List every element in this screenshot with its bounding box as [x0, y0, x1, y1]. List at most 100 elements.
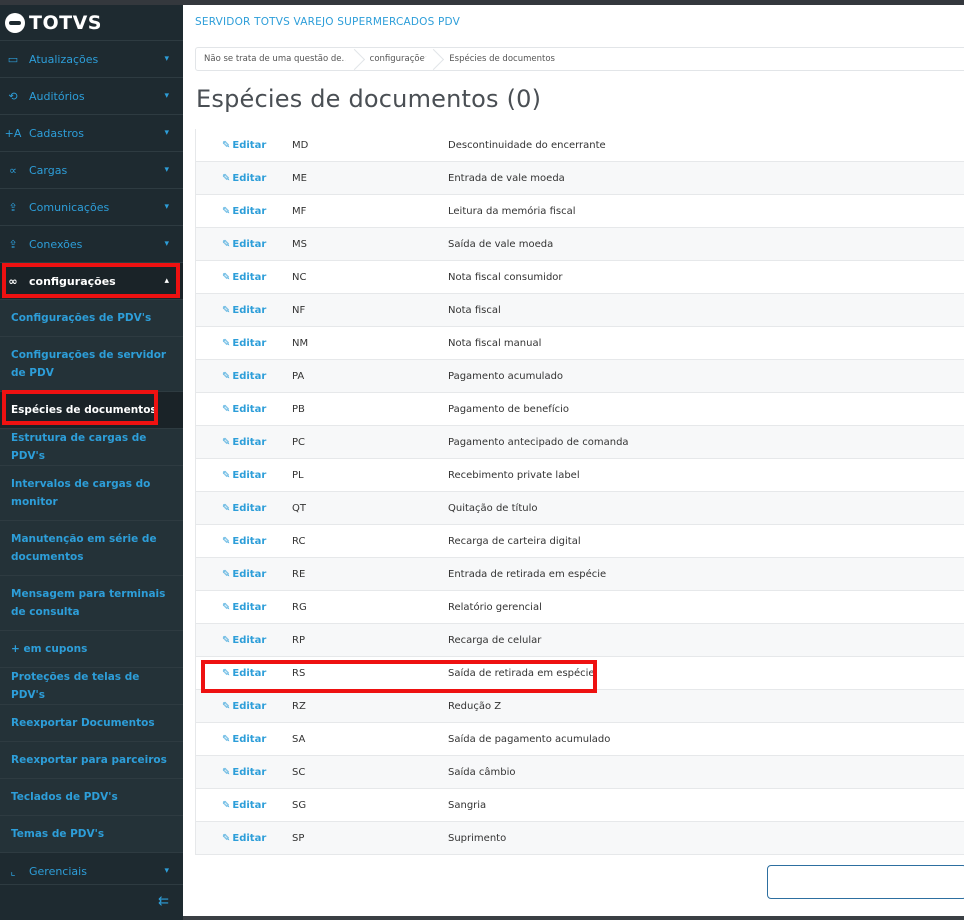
breadcrumb-label: configurações [369, 54, 430, 64]
sidebar-item-label: Estrutura de cargas de PDV's [11, 432, 147, 462]
edit-link[interactable]: ✎ Editar [196, 833, 292, 844]
sidebar-group-label: Cargas [29, 163, 68, 177]
breadcrumb-item[interactable]: configurações [358, 48, 438, 70]
sidebar-group-auditorios[interactable]: ⟲ Auditórios ▾ [0, 78, 183, 115]
edit-link[interactable]: ✎ Editar [196, 338, 292, 349]
edit-link[interactable]: ✎ Editar [196, 470, 292, 481]
table-row: ✎ Editar ME Entrada de vale moeda [196, 162, 964, 195]
edit-link[interactable]: ✎ Editar [196, 536, 292, 547]
pencil-icon: ✎ [222, 205, 231, 217]
pencil-icon: ✎ [222, 832, 231, 844]
sidebar-group-cargas[interactable]: ∝ Cargas ▾ [0, 152, 183, 189]
edit-link[interactable]: ✎ Editar [196, 206, 292, 217]
species-description: Sangria [448, 799, 487, 811]
edit-link[interactable]: ✎ Editar [196, 767, 292, 778]
species-description: Leitura da memória fiscal [448, 205, 576, 217]
edit-label: Editar [232, 535, 267, 547]
species-description: Pagamento antecipado de comanda [448, 436, 629, 448]
edit-link[interactable]: ✎ Editar [196, 503, 292, 514]
sidebar-item-protecoes-telas[interactable]: Proteções de telas de PDV's [0, 668, 183, 705]
edit-link[interactable]: ✎ Editar [196, 272, 292, 283]
table-row: ✎ Editar RC Recarga de carteira digital [196, 525, 964, 558]
sidebar-item-em-cupons[interactable]: + em cupons [0, 631, 183, 668]
species-code: NM [292, 337, 309, 349]
sidebar-group-atualizacoes[interactable]: ▭ Atualizações ▾ [0, 41, 183, 78]
sidebar-item-label: Teclados de PDV's [11, 791, 118, 803]
sidebar-group-label: Atualizações [29, 52, 99, 66]
pencil-icon: ✎ [222, 304, 231, 316]
species-description: Recarga de carteira digital [448, 535, 581, 547]
sidebar-item-manutencao-serie[interactable]: Manutenção em série de documentos [0, 521, 183, 576]
sidebar-item-reexportar-documentos[interactable]: Reexportar Documentos [0, 705, 183, 742]
species-code: PL [292, 469, 304, 481]
edit-link[interactable]: ✎ Editar [196, 305, 292, 316]
sidebar-item-teclados[interactable]: Teclados de PDV's [0, 779, 183, 816]
pencil-icon: ✎ [222, 436, 231, 448]
sidebar-item-label: Reexportar Documentos [11, 717, 155, 729]
chevron-down-icon: ▾ [164, 128, 169, 138]
pencil-icon: ✎ [222, 370, 231, 382]
sidebar-item-label: Reexportar para parceiros [11, 754, 167, 766]
sidebar-item-temas[interactable]: Temas de PDV's [0, 816, 183, 853]
species-description: Saída de pagamento acumulado [448, 733, 611, 745]
breadcrumb-item-current: Espécies de documentos [437, 48, 563, 70]
edit-label: Editar [232, 799, 267, 811]
footer-action-button[interactable] [767, 865, 964, 899]
sidebar-item-estrutura-cargas[interactable]: Estrutura de cargas de PDV's [0, 429, 183, 466]
sidebar-item-configuracoes-servidor[interactable]: Configurações de servidor de PDV [0, 337, 183, 392]
edit-link[interactable]: ✎ Editar [196, 371, 292, 382]
edit-link[interactable]: ✎ Editar [196, 635, 292, 646]
sidebar-item-mensagem-terminais[interactable]: Mensagem para terminais de consulta [0, 576, 183, 631]
table-row: ✎ Editar PL Recebimento private label [196, 459, 964, 492]
pencil-icon: ✎ [222, 337, 231, 349]
sidebar-item-label: Manutenção em série de documentos [11, 533, 157, 563]
collapse-sidebar-bar: ⇇ [0, 884, 183, 920]
page-title: Espécies de documentos (0) [196, 85, 542, 113]
share-icon: ∝ [9, 163, 17, 177]
edit-link[interactable]: ✎ Editar [196, 404, 292, 415]
sidebar-item-reexportar-parceiros[interactable]: Reexportar para parceiros [0, 742, 183, 779]
edit-link[interactable]: ✎ Editar [196, 173, 292, 184]
edit-label: Editar [232, 733, 267, 745]
breadcrumb-item[interactable]: Não se trata de uma questão de... [196, 48, 358, 70]
sidebar-group-comunicacoes[interactable]: ⇪ Comunicações ▾ [0, 189, 183, 226]
sidebar-item-label: + em cupons [11, 643, 88, 655]
bottom-strip [183, 916, 964, 920]
edit-link[interactable]: ✎ Editar [196, 437, 292, 448]
sidebar-item-intervalos-cargas[interactable]: Intervalos de cargas do monitor [0, 466, 183, 521]
table-row: ✎ Editar NM Nota fiscal manual [196, 327, 964, 360]
edit-link[interactable]: ✎ Editar [196, 239, 292, 250]
edit-link[interactable]: ✎ Editar [196, 602, 292, 613]
sidebar-item-label: Configurações de PDV's [11, 312, 152, 324]
sidebar-item-label: Configurações de servidor de PDV [11, 349, 167, 379]
chevron-down-icon: ▾ [164, 239, 169, 249]
table-row: ✎ Editar SP Suprimento [196, 822, 964, 855]
sidebar-group-cadastros[interactable]: +A Cadastros ▾ [0, 115, 183, 152]
species-description: Redução Z [448, 700, 502, 712]
edit-link[interactable]: ✎ Editar [196, 569, 292, 580]
edit-link[interactable]: ✎ Editar [196, 140, 292, 151]
table-row: ✎ Editar MS Saída de vale moeda [196, 228, 964, 261]
sidebar-group-label: Auditórios [29, 89, 85, 103]
edit-label: Editar [232, 370, 267, 382]
species-description: Recarga de celular [448, 634, 542, 646]
table-row: ✎ Editar NF Nota fiscal [196, 294, 964, 327]
logo[interactable]: TOTVS [0, 5, 183, 41]
edit-link[interactable]: ✎ Editar [196, 734, 292, 745]
species-code: RP [292, 634, 305, 646]
edit-link[interactable]: ✎ Editar [196, 800, 292, 811]
edit-label: Editar [232, 436, 267, 448]
collapse-sidebar-icon[interactable]: ⇇ [158, 894, 169, 909]
edit-label: Editar [232, 469, 267, 481]
species-code: RG [292, 601, 307, 613]
sidebar-item-label: Intervalos de cargas do monitor [11, 478, 151, 508]
sidebar-item-configuracoes-pdv[interactable]: Configurações de PDV's [0, 300, 183, 337]
edit-link[interactable]: ✎ Editar [196, 701, 292, 712]
pencil-icon: ✎ [222, 469, 231, 481]
table-row: ✎ Editar SC Saída câmbio [196, 756, 964, 789]
breadcrumb-label: Espécies de documentos [449, 54, 555, 64]
species-code: PB [292, 403, 305, 415]
edit-label: Editar [232, 634, 267, 646]
server-title: SERVIDOR TOTVS VAREJO SUPERMERCADOS PDV [195, 16, 461, 28]
sidebar-group-conexoes[interactable]: ⇪ Conexões ▾ [0, 226, 183, 263]
